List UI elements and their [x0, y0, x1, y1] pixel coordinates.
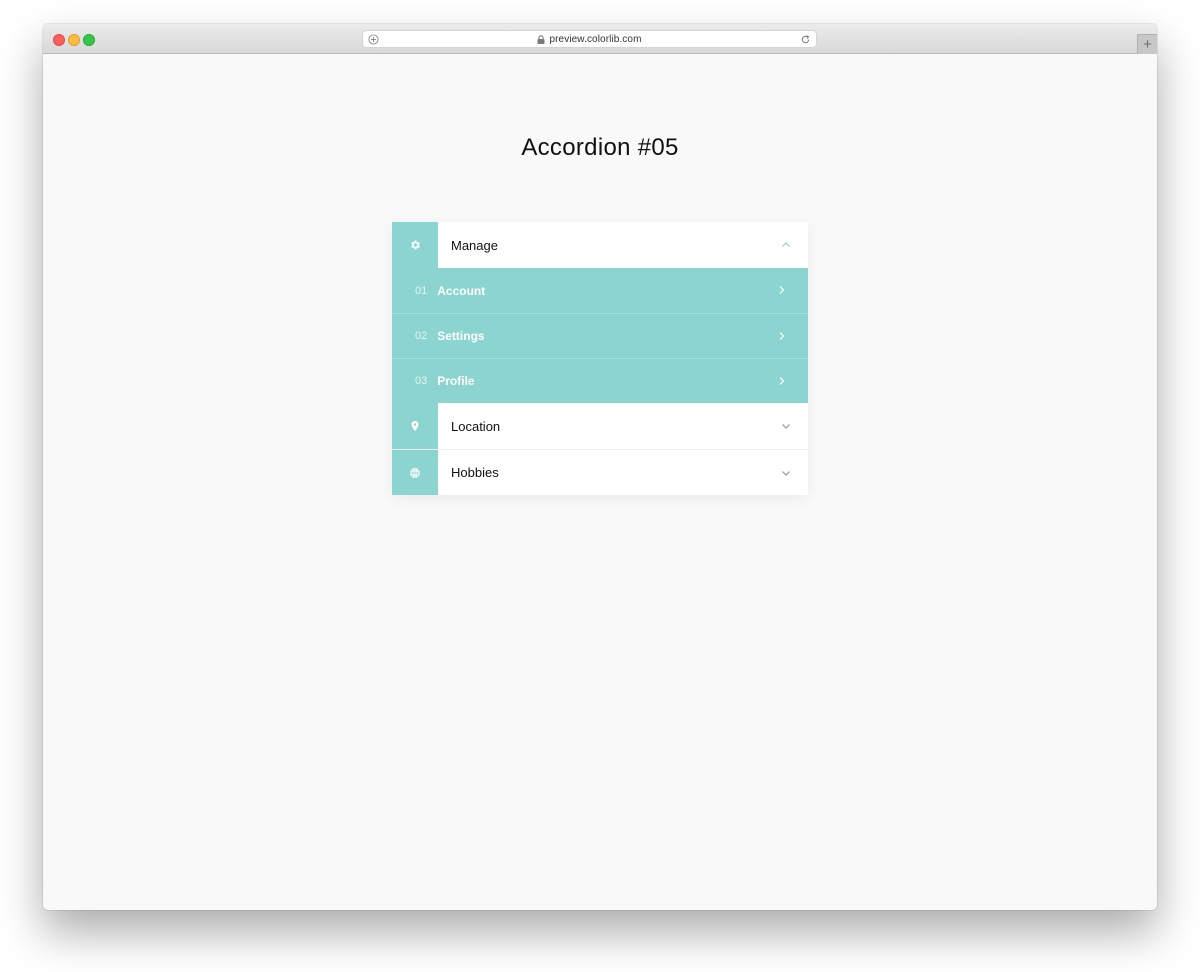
basketball-icon	[410, 467, 420, 478]
chevron-right-icon	[779, 332, 785, 340]
submenu-item-label: Settings	[437, 329, 485, 343]
accordion-header-label: Manage	[451, 237, 498, 253]
icon-box	[392, 450, 438, 495]
accordion-header-label: Hobbies	[451, 465, 499, 480]
accordion-header-hobbies[interactable]: Hobbies	[392, 449, 808, 495]
chevron-down-icon	[782, 424, 790, 429]
icon-box	[392, 222, 438, 268]
submenu-item-number: 02	[415, 330, 428, 342]
maximize-window-button[interactable]	[83, 34, 95, 46]
accordion-header-label: Location	[451, 418, 501, 434]
submenu-item-number: 01	[415, 284, 428, 297]
submenu-item-account[interactable]: 01 Account	[392, 268, 808, 313]
browser-window: preview.colorlib.com + Accordion #05 Man…	[43, 24, 1157, 910]
chevron-up-icon	[782, 242, 790, 247]
reload-icon[interactable]	[800, 34, 811, 45]
lock-icon	[537, 34, 545, 44]
submenu-item-settings[interactable]: 02 Settings	[392, 313, 808, 358]
accordion-header-location[interactable]: Location	[392, 403, 808, 449]
gear-icon	[411, 240, 420, 250]
chevron-right-icon	[779, 286, 785, 294]
plus-circle-icon[interactable]	[368, 34, 379, 45]
page-title: Accordion #05	[521, 134, 679, 161]
address-bar[interactable]: preview.colorlib.com	[362, 30, 817, 48]
submenu-item-number: 03	[415, 375, 428, 387]
submenu-item-label: Account	[437, 283, 486, 298]
accordion-header-manage[interactable]: Manage	[392, 222, 808, 268]
submenu-item-label: Profile	[437, 374, 475, 388]
submenu-manage: 01 Account 02 Settings 03 Profile	[392, 268, 808, 403]
browser-titlebar: preview.colorlib.com +	[43, 24, 1157, 54]
accordion: Manage 01 Account 02 Settings 03 Profile…	[392, 222, 808, 495]
chevron-right-icon	[779, 377, 785, 385]
submenu-item-profile[interactable]: 03 Profile	[392, 358, 808, 403]
icon-box	[392, 403, 438, 449]
new-tab-button[interactable]: +	[1137, 34, 1157, 54]
close-window-button[interactable]	[53, 34, 65, 46]
map-pin-icon	[411, 421, 419, 431]
url-text: preview.colorlib.com	[549, 33, 642, 45]
chevron-down-icon	[782, 471, 790, 476]
minimize-window-button[interactable]	[68, 34, 80, 46]
